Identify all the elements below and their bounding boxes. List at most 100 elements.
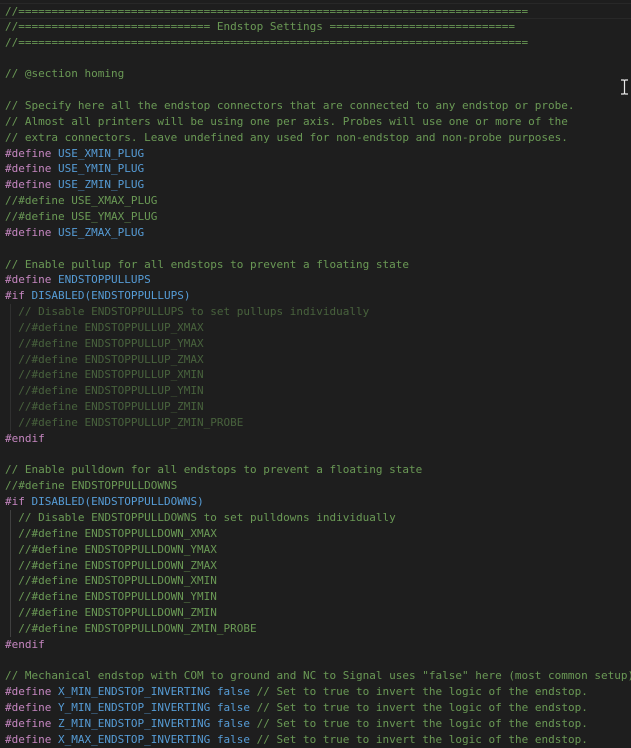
code-line[interactable]: //#define USE_YMAX_PLUG xyxy=(0,209,631,225)
code-token: //#define ENDSTOPPULLDOWN_ZMIN_PROBE xyxy=(5,621,257,635)
code-line[interactable]: #define USE_XMIN_PLUG xyxy=(0,146,631,162)
code-line[interactable]: #define X_MAX_ENDSTOP_INVERTING false //… xyxy=(0,732,631,748)
code-token: false xyxy=(216,685,251,699)
code-token: // Enable pullup for all endstops to pre… xyxy=(5,257,409,271)
code-token: X_MAX_ENDSTOP_INVERTING xyxy=(57,732,211,746)
code-token: //======================================… xyxy=(5,5,529,18)
code-token: USE_XMIN_PLUG xyxy=(57,146,145,160)
indent-guide xyxy=(10,525,11,542)
code-line[interactable]: ​ xyxy=(0,653,631,669)
code-line[interactable]: //#define ENDSTOPPULLDOWN_ZMIN xyxy=(0,605,631,621)
code-token: // Enable pulldown for all endstops to p… xyxy=(5,463,423,477)
indent-guide xyxy=(10,414,11,431)
code-line[interactable]: // Disable ENDSTOPPULLUPS to set pullups… xyxy=(0,304,631,320)
code-line[interactable]: // Enable pulldown for all endstops to p… xyxy=(0,462,631,478)
code-token: // Set to true to invert the logic of th… xyxy=(250,716,588,730)
code-line[interactable]: //#define ENDSTOPPULLDOWN_XMAX xyxy=(0,525,631,542)
indent-guide xyxy=(10,589,11,606)
code-line[interactable]: // Disable ENDSTOPPULLDOWNS to set pulld… xyxy=(0,510,631,526)
code-line[interactable]: // Specify here all the endstop connecto… xyxy=(0,98,631,114)
code-token: Z_MIN_ENDSTOP_INVERTING xyxy=(57,716,211,730)
code-token: #define xyxy=(5,732,52,746)
code-line[interactable]: // Mechanical endstop with COM to ground… xyxy=(0,668,631,684)
code-token: //#define ENDSTOPPULLDOWN_XMIN xyxy=(5,574,217,588)
code-editor[interactable]: //======================================… xyxy=(0,3,631,748)
code-line[interactable]: //#define ENDSTOPPULLDOWNS xyxy=(0,478,631,494)
code-token: //#define ENDSTOPPULLDOWN_ZMIN xyxy=(5,606,217,620)
code-line[interactable]: #endif xyxy=(0,637,631,653)
code-line[interactable]: //#define ENDSTOPPULLDOWN_XMIN xyxy=(0,573,631,590)
code-token: #define xyxy=(5,273,52,287)
code-token: #define xyxy=(5,225,52,239)
code-token: //#define ENDSTOPPULLUP_XMAX xyxy=(5,320,204,334)
code-token: #define xyxy=(5,716,52,730)
code-token: //#define ENDSTOPPULLUP_ZMIN_PROBE xyxy=(5,415,244,429)
code-line[interactable]: // Enable pullup for all endstops to pre… xyxy=(0,257,631,273)
code-line[interactable]: //#define ENDSTOPPULLDOWN_YMIN xyxy=(0,589,631,606)
code-token: #define xyxy=(5,178,52,192)
code-line[interactable]: ​ xyxy=(0,241,631,257)
code-line[interactable]: #define Z_MIN_ENDSTOP_INVERTING false //… xyxy=(0,716,631,732)
code-token: // Almost all printers will be using one… xyxy=(5,114,568,128)
code-line[interactable]: // Almost all printers will be using one… xyxy=(0,114,631,130)
code-token: // Specify here all the endstop connecto… xyxy=(5,99,575,113)
code-line[interactable]: #define Y_MIN_ENDSTOP_INVERTING false //… xyxy=(0,700,631,716)
code-line[interactable]: ​ xyxy=(0,447,631,463)
code-line[interactable]: //#define ENDSTOPPULLUP_YMIN xyxy=(0,383,631,400)
code-line[interactable]: #endif xyxy=(0,431,631,447)
code-token: //============================= Endstop … xyxy=(5,19,515,33)
indent-guide xyxy=(10,351,11,368)
indent-guide xyxy=(10,541,11,558)
indent-guide xyxy=(10,399,11,415)
code-line[interactable]: #define USE_ZMIN_PLUG xyxy=(0,177,631,193)
code-token: // extra connectors. Leave undefined any… xyxy=(5,130,568,144)
indent-guide xyxy=(10,319,11,336)
indent-guide xyxy=(10,573,11,590)
code-line[interactable]: //#define ENDSTOPPULLDOWN_ZMAX xyxy=(0,557,631,574)
code-line[interactable]: #define USE_ZMAX_PLUG xyxy=(0,225,631,241)
code-line[interactable]: // @section homing xyxy=(0,66,631,82)
code-token: //#define ENDSTOPPULLUP_YMIN xyxy=(5,384,204,398)
code-token: USE_ZMAX_PLUG xyxy=(57,225,145,239)
code-token: //======================================… xyxy=(5,35,529,49)
code-line[interactable]: // extra connectors. Leave undefined any… xyxy=(0,130,631,146)
code-token: #endif xyxy=(5,637,45,651)
code-token: // Disable ENDSTOPPULLDOWNS to set pulld… xyxy=(5,511,396,524)
code-line[interactable]: #define USE_YMIN_PLUG xyxy=(0,161,631,177)
code-token: // Disable ENDSTOPPULLUPS to set pullups… xyxy=(5,305,370,319)
code-line[interactable]: ​ xyxy=(0,82,631,98)
code-line[interactable]: #if DISABLED(ENDSTOPPULLUPS) xyxy=(0,288,631,304)
code-line[interactable]: //#define ENDSTOPPULLUP_ZMAX xyxy=(0,351,631,368)
code-line[interactable]: //#define ENDSTOPPULLDOWN_YMAX xyxy=(0,541,631,558)
code-line[interactable]: //============================= Endstop … xyxy=(0,19,631,35)
code-line[interactable]: //======================================… xyxy=(0,3,631,19)
code-line[interactable]: ​ xyxy=(0,51,631,67)
code-token: #if xyxy=(5,495,25,509)
code-token: #define xyxy=(5,146,52,160)
code-line[interactable]: #define ENDSTOPPULLUPS xyxy=(0,272,631,288)
code-line[interactable]: //======================================… xyxy=(0,35,631,51)
code-line[interactable]: //#define ENDSTOPPULLUP_ZMIN_PROBE xyxy=(0,414,631,431)
indent-guide xyxy=(10,383,11,400)
indent-guide xyxy=(10,557,11,574)
indent-guide xyxy=(10,367,11,384)
code-token: // Set to true to invert the logic of th… xyxy=(250,685,588,699)
code-line[interactable]: #if DISABLED(ENDSTOPPULLDOWNS) xyxy=(0,494,631,510)
code-line[interactable]: //#define ENDSTOPPULLUP_XMIN xyxy=(0,367,631,384)
code-line[interactable]: //#define ENDSTOPPULLUP_XMAX xyxy=(0,319,631,336)
code-token: false xyxy=(216,716,251,730)
code-line[interactable]: #define X_MIN_ENDSTOP_INVERTING false //… xyxy=(0,684,631,700)
code-line[interactable]: //#define ENDSTOPPULLUP_YMAX xyxy=(0,335,631,352)
code-line[interactable]: //#define ENDSTOPPULLDOWN_ZMIN_PROBE xyxy=(0,620,631,637)
code-line[interactable]: //#define USE_XMAX_PLUG xyxy=(0,193,631,209)
code-token: DISABLED(ENDSTOPPULLUPS) xyxy=(31,289,191,303)
code-token: USE_YMIN_PLUG xyxy=(57,162,145,176)
indent-guide xyxy=(10,620,11,637)
code-line[interactable]: //#define ENDSTOPPULLUP_ZMIN xyxy=(0,399,631,415)
code-token: #define xyxy=(5,162,52,176)
